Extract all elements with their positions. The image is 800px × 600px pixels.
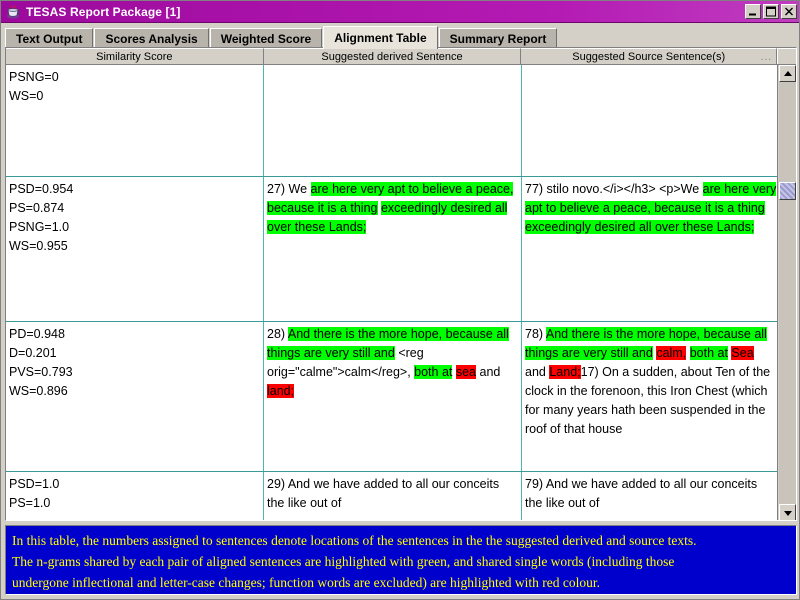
table-column-headers: Similarity Score Suggested derived Sente…	[6, 48, 796, 65]
legend-line: In this table, the numbers assigned to s…	[12, 533, 697, 548]
cell-similarity-score: PSNG=0 WS=0	[6, 65, 264, 176]
tab-summary-report[interactable]: Summary Report	[438, 28, 558, 49]
scroll-down-button[interactable]	[779, 504, 796, 520]
cell-source-sentence	[522, 65, 779, 176]
sentence-text: and	[525, 365, 550, 379]
column-header-similarity-score[interactable]: Similarity Score	[6, 48, 264, 64]
tab-alignment-table[interactable]: Alignment Table	[323, 26, 438, 49]
table-body: PSNG=0 WS=0 PSD=0.954 PS=0.874 PSNG=1.0 …	[6, 65, 779, 520]
cell-derived-sentence: 28) And there is the more hope, because …	[264, 322, 522, 471]
table-row[interactable]: PSD=1.0 PS=1.0 29) And we have added to …	[6, 472, 779, 520]
table-row[interactable]: PSD=0.954 PS=0.874 PSNG=1.0 WS=0.955 27)…	[6, 177, 779, 322]
tesas-report-window: TESAS Report Package [1] Text Output Sco…	[0, 0, 800, 600]
column-header-source-sentence[interactable]: Suggested Source Sentence(s) ...	[521, 48, 778, 64]
highlight-green: both at	[414, 365, 453, 379]
highlight-red: sea	[455, 365, 477, 379]
table-row[interactable]: PSNG=0 WS=0	[6, 65, 779, 177]
tab-weighted-score[interactable]: Weighted Score	[209, 28, 323, 49]
score-value: PSD=1.0	[9, 477, 60, 491]
sentence-text: 78)	[525, 327, 546, 341]
score-value: PS=1.0	[9, 496, 51, 510]
scrollbar-thumb[interactable]	[779, 182, 796, 200]
title-bar: TESAS Report Package [1]	[1, 1, 799, 23]
score-value: PSNG=0	[9, 70, 59, 84]
legend-panel: In this table, the numbers assigned to s…	[5, 525, 797, 595]
sentence-text: 27) We	[267, 182, 311, 196]
cell-source-sentence: 78) And there is the more hope, because …	[522, 322, 779, 471]
maximize-button[interactable]	[763, 4, 779, 19]
close-button[interactable]	[781, 4, 797, 19]
score-value: PSD=0.954	[9, 182, 74, 196]
highlight-red: Land;	[549, 365, 581, 379]
cell-similarity-score: PSD=1.0 PS=1.0	[6, 472, 264, 520]
score-value: WS=0	[9, 89, 44, 103]
highlight-green: both at	[689, 346, 728, 360]
score-value: PD=0.948	[9, 327, 65, 341]
vertical-scrollbar[interactable]	[777, 65, 796, 520]
sentence-text: 79) And we have added to all our conceit…	[525, 477, 758, 510]
column-header-overflow-indicator: ...	[760, 52, 773, 63]
score-value: PS=0.874	[9, 201, 65, 215]
scroll-up-arrow-icon	[783, 70, 792, 76]
sentence-text: 28)	[267, 327, 288, 341]
highlight-green: And there is the more hope, because all …	[267, 327, 509, 360]
table-row[interactable]: PD=0.948 D=0.201 PVS=0.793 WS=0.896 28) …	[6, 322, 779, 472]
window-title: TESAS Report Package [1]	[26, 4, 181, 19]
column-header-derived-sentence[interactable]: Suggested derived Sentence	[263, 48, 522, 64]
scroll-up-button[interactable]	[779, 65, 796, 82]
cell-source-sentence: 77) stilo novo.</i></h3> <p>We are here …	[522, 177, 779, 321]
tab-scores-analysis[interactable]: Scores Analysis	[94, 28, 209, 49]
java-cup-icon	[5, 4, 21, 20]
score-value: PSNG=1.0	[9, 220, 70, 234]
cell-derived-sentence: 29) And we have added to all our conceit…	[264, 472, 522, 520]
cell-derived-sentence: 27) We are here very apt to believe a pe…	[264, 177, 522, 321]
sentence-text: 29) And we have added to all our conceit…	[267, 477, 500, 510]
alignment-table-panel: Similarity Score Suggested derived Sente…	[5, 47, 797, 521]
sentence-text: 77) stilo novo.</i></h3> <p>We	[525, 182, 703, 196]
cell-similarity-score: PSD=0.954 PS=0.874 PSNG=1.0 WS=0.955	[6, 177, 264, 321]
table-header-corner	[777, 48, 796, 64]
tab-text-output[interactable]: Text Output	[5, 28, 94, 49]
minimize-button[interactable]	[745, 4, 761, 19]
score-value: PVS=0.793	[9, 365, 73, 379]
highlight-red: land;	[267, 384, 295, 398]
cell-derived-sentence	[264, 65, 522, 176]
score-value: WS=0.896	[9, 384, 68, 398]
column-header-source-sentence-label: Suggested Source Sentence(s)	[572, 51, 726, 63]
scrollbar-track[interactable]	[779, 82, 796, 504]
highlight-red: Sea	[731, 346, 754, 360]
window-controls	[745, 4, 797, 19]
legend-line: undergone inflectional and letter-case c…	[12, 575, 601, 590]
cell-similarity-score: PD=0.948 D=0.201 PVS=0.793 WS=0.896	[6, 322, 264, 471]
scroll-down-arrow-icon	[783, 510, 792, 516]
score-value: WS=0.955	[9, 239, 68, 253]
sentence-text: and	[476, 365, 501, 379]
cell-source-sentence: 79) And we have added to all our conceit…	[522, 472, 779, 520]
legend-line: The n-grams shared by each pair of align…	[12, 554, 675, 569]
highlight-red: calm,	[656, 346, 687, 360]
score-value: D=0.201	[9, 346, 57, 360]
tab-strip: Text Output Scores Analysis Weighted Sco…	[1, 23, 799, 49]
